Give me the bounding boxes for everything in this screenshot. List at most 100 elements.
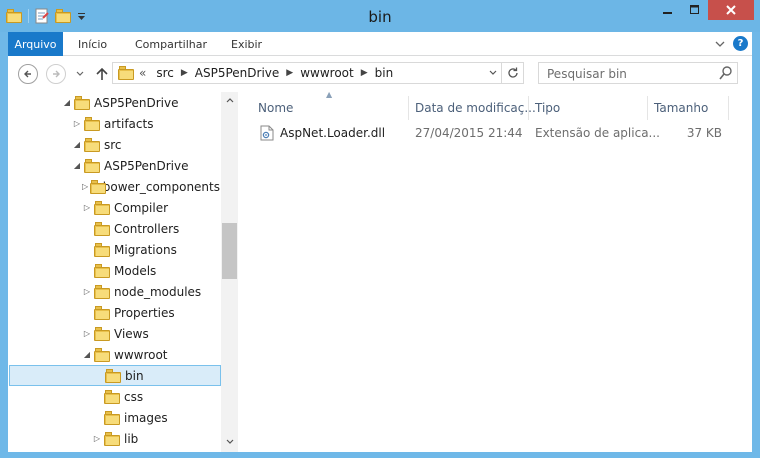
tree-item[interactable]: ▷ bower_components <box>8 176 220 197</box>
breadcrumb-overflow[interactable]: « <box>139 66 146 80</box>
column-divider[interactable] <box>647 96 648 120</box>
breadcrumb-chevron-icon[interactable]: ▶ <box>361 68 368 78</box>
expand-arrow-icon[interactable]: ▷ <box>92 434 102 443</box>
tree-item[interactable]: Controllers <box>8 218 220 239</box>
tree-item[interactable]: Properties <box>8 302 220 323</box>
folder-icon <box>84 137 100 152</box>
scroll-up-icon[interactable] <box>221 96 238 106</box>
tree-item-label: bower_components <box>102 179 220 194</box>
tree-item-label: bin <box>125 368 144 383</box>
expand-arrow-icon[interactable]: ▷ <box>82 203 92 212</box>
breadcrumb-bin[interactable]: bin <box>375 66 394 80</box>
folder-icon <box>74 95 90 110</box>
address-dropdown-icon[interactable] <box>485 63 501 83</box>
folder-icon <box>94 284 110 299</box>
address-bar[interactable]: « src ▶ ASP5PenDrive ▶ wwwroot ▶ bin <box>112 62 524 84</box>
expand-arrow-icon[interactable]: ▷ <box>82 287 92 296</box>
search-icon[interactable] <box>719 65 733 81</box>
forward-button[interactable] <box>46 64 66 84</box>
recent-locations-icon[interactable] <box>76 71 84 77</box>
column-divider[interactable] <box>728 96 729 120</box>
folder-icon <box>94 326 110 341</box>
folder-icon <box>94 263 110 278</box>
tab-view[interactable]: Exibir <box>231 32 262 56</box>
close-button[interactable] <box>708 0 754 20</box>
breadcrumb-src[interactable]: src <box>156 66 174 80</box>
tree-item[interactable]: Models <box>8 260 220 281</box>
tree-item[interactable]: ▷ Compiler <box>8 197 220 218</box>
back-button[interactable] <box>18 64 38 84</box>
collapse-arrow-icon[interactable]: ◢ <box>72 161 82 170</box>
expand-arrow-icon[interactable]: ▷ <box>82 182 88 191</box>
breadcrumb-asp5pendrive[interactable]: ASP5PenDrive <box>195 66 280 80</box>
tree-item-label: node_modules <box>114 284 202 299</box>
tree-item-label: lib <box>124 431 139 446</box>
column-header-type[interactable]: Tipo <box>535 96 560 120</box>
tree-item[interactable]: css <box>8 386 220 407</box>
file-size: 37 KB <box>686 126 722 140</box>
file-name[interactable]: AspNet.Loader.dll <box>280 122 385 144</box>
refresh-icon <box>507 67 518 78</box>
tree-item[interactable]: ◢ ASP5PenDrive <box>8 92 220 113</box>
tree-item[interactable]: ▷ artifacts <box>8 113 220 134</box>
title-bar: bin <box>0 0 760 32</box>
collapse-arrow-icon[interactable]: ◢ <box>62 98 72 107</box>
navigation-pane-scrollbar[interactable] <box>221 92 238 452</box>
tree-item-label: Controllers <box>114 221 180 236</box>
tree-item-label: src <box>104 137 122 152</box>
column-divider[interactable] <box>528 96 529 120</box>
minimize-button[interactable] <box>654 0 681 20</box>
expand-ribbon-icon[interactable] <box>715 40 725 48</box>
folder-icon <box>84 158 100 173</box>
search-placeholder: Pesquisar bin <box>547 67 627 81</box>
refresh-button[interactable] <box>501 63 523 83</box>
expand-arrow-icon[interactable]: ▷ <box>82 329 92 338</box>
breadcrumb-chevron-icon[interactable]: ▶ <box>286 68 293 78</box>
tree-item-label: artifacts <box>104 116 154 131</box>
tab-file[interactable]: Arquivo <box>8 32 63 56</box>
collapse-arrow-icon[interactable]: ◢ <box>72 140 82 149</box>
help-icon[interactable]: ? <box>733 36 748 51</box>
scrollbar-thumb[interactable] <box>222 223 237 279</box>
tree-item[interactable]: images <box>8 407 220 428</box>
column-header-name[interactable]: Nome <box>258 96 293 120</box>
tree-item[interactable]: ◢ wwwroot <box>8 344 220 365</box>
tree-item[interactable]: ▷ node_modules <box>8 281 220 302</box>
tree-item[interactable]: bin <box>9 365 221 386</box>
tree-item-label: Models <box>114 263 157 278</box>
up-arrow-icon[interactable] <box>96 67 108 81</box>
tree-item[interactable]: ▷ lib <box>8 428 220 449</box>
navigation-pane: ◢ ASP5PenDrive ▷ artifacts ◢ src ◢ ASP5PenDrive… <box>8 92 240 452</box>
forward-arrow-icon <box>53 70 60 78</box>
folder-icon <box>104 431 120 446</box>
tree-item-label: ASP5PenDrive <box>94 95 179 110</box>
column-header-size[interactable]: Tamanho <box>654 96 708 120</box>
column-header-modified[interactable]: Data de modificaç... <box>415 96 536 120</box>
tree-item[interactable]: ▷ Views <box>8 323 220 344</box>
tab-share[interactable]: Compartilhar <box>135 32 207 56</box>
tree-item-label: images <box>124 410 168 425</box>
tree-item[interactable]: ◢ ASP5PenDrive <box>8 155 220 176</box>
breadcrumb-chevron-icon[interactable]: ▶ <box>181 68 188 78</box>
collapse-arrow-icon[interactable]: ◢ <box>82 350 92 359</box>
explorer-window: bin Arquivo Início Compartilhar Exibir ? <box>0 0 760 458</box>
search-box[interactable]: Pesquisar bin <box>538 62 738 84</box>
column-divider[interactable] <box>408 96 409 120</box>
tree-item[interactable]: Migrations <box>8 239 220 260</box>
tree-item-label: Properties <box>114 305 175 320</box>
tree-item[interactable]: ◢ src <box>8 134 220 155</box>
folder-icon <box>90 179 107 194</box>
maximize-button[interactable] <box>681 0 708 20</box>
content-area: ◢ ASP5PenDrive ▷ artifacts ◢ src ◢ ASP5PenDrive… <box>8 90 752 452</box>
tab-home[interactable]: Início <box>78 32 107 56</box>
window-title: bin <box>368 8 392 26</box>
breadcrumb-wwwroot[interactable]: wwwroot <box>300 66 354 80</box>
folder-icon <box>94 305 110 320</box>
expand-arrow-icon[interactable]: ▷ <box>72 119 82 128</box>
file-row[interactable]: AspNet.Loader.dll 27/04/2015 21:44 Exten… <box>260 122 730 144</box>
ribbon-tabs: Arquivo Início Compartilhar Exibir ? <box>8 32 752 56</box>
scroll-down-icon[interactable] <box>221 438 238 448</box>
file-modified: 27/04/2015 21:44 <box>415 126 523 140</box>
tree-item-label: Migrations <box>114 242 177 257</box>
file-type: Extensão de aplica... <box>535 126 660 140</box>
